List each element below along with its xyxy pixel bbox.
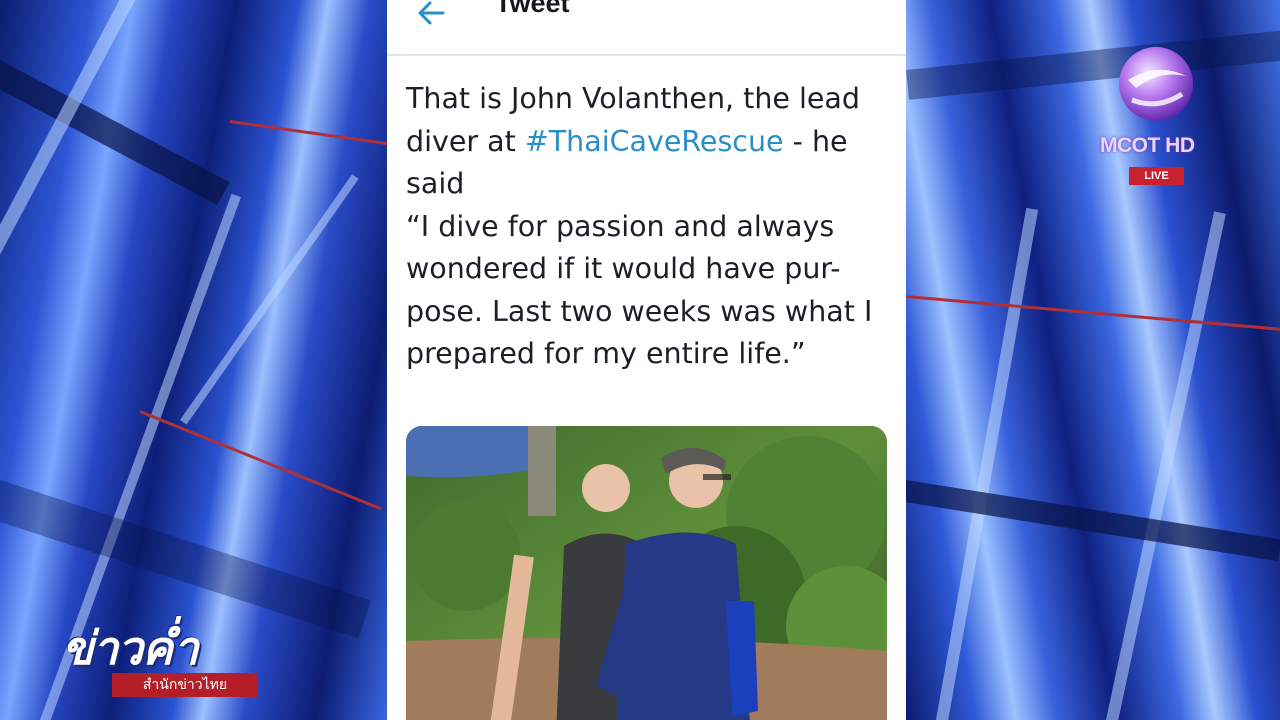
tweet-text-segment: - he [783,124,848,158]
channel-name: MCOT HD [1100,134,1195,157]
tweet-text-segment: diver at [406,124,525,158]
tweet-header-title: Tweet [495,0,570,18]
background-right-studio [906,0,1280,720]
news-program-subtitle: สำนักข่าวไทย [112,673,258,697]
tweet-text-segment: That is John Volanthen, the lead [406,82,860,115]
tweet-text-segment: pose. Last two weeks was what I [406,294,873,328]
tweet-text-segment: prepared for my entire life.” [406,337,806,370]
live-badge: LIVE [1129,167,1184,185]
tweet-line: pose. Last two weeks was what I [406,291,888,334]
tweet-line: wondered if it would have pur- [406,248,888,291]
tweet-text-segment: wondered if it would have pur- [406,252,841,285]
photo-illustration [406,426,887,720]
hashtag-link[interactable]: #ThaiCaveRescue [525,125,784,158]
tweet-line: diver at #ThaiCaveRescue - he [406,121,888,164]
tweet-screen: Tweet That is John Volanthen, the lead d… [387,0,906,720]
tweet-text-segment: said [406,167,465,200]
tweet-line: said [406,163,888,206]
tweet-header: Tweet [387,0,906,56]
tweet-photo[interactable] [406,426,887,720]
tweet-text-segment: “I dive for passion and always [406,209,835,243]
back-arrow-icon[interactable] [415,0,449,30]
tweet-line: That is John Volanthen, the lead [406,78,888,121]
tweet-text: That is John Volanthen, the lead diver a… [406,78,888,376]
mcot-logo-icon [1119,47,1193,121]
tweet-line: prepared for my entire life.” [406,333,888,376]
tweet-line: “I dive for passion and always [406,206,888,249]
